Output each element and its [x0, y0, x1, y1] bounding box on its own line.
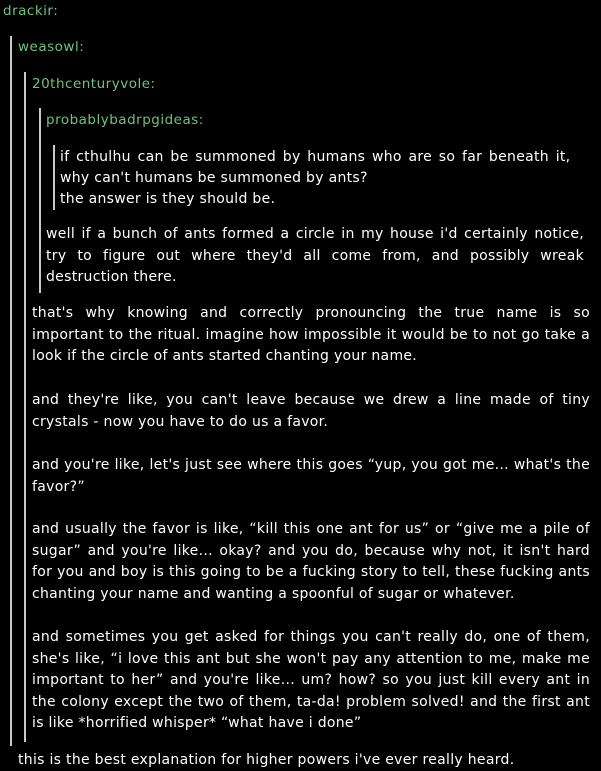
- reply-20thcenturyvole: well if a bunch of ants formed a circle …: [46, 226, 584, 285]
- username-drackir[interactable]: drackir:: [3, 3, 58, 19]
- quote-bar-20thcenturyvole: [24, 72, 26, 742]
- username-weasowl[interactable]: weasowl:: [18, 39, 84, 55]
- quote-bar-original-post: [53, 145, 55, 210]
- reply-weasowl-paragraph: and usually the favor is like, “kill thi…: [32, 521, 590, 602]
- username-probablybadrpgideas[interactable]: probablybadrpgideas:: [46, 112, 204, 128]
- reply-drackir: this is the best explanation for higher …: [18, 752, 515, 768]
- quote-bar-probablybadrpgideas: [39, 108, 41, 293]
- original-post-line: the answer is they should be.: [60, 191, 276, 207]
- original-post-line: why can't humans be summoned by ants?: [60, 170, 368, 186]
- quote-bar-weasowl: [10, 36, 12, 746]
- original-post-line: if cthulhu can be summoned by humans who…: [60, 149, 571, 165]
- reply-weasowl-paragraph: that's why knowing and correctly pronoun…: [32, 305, 590, 364]
- reply-weasowl-paragraph: and they're like, you can't leave becaus…: [32, 392, 590, 430]
- reply-weasowl-paragraph: and sometimes you get asked for things y…: [32, 629, 590, 731]
- username-20thcenturyvole[interactable]: 20thcenturyvole:: [32, 76, 156, 92]
- reply-weasowl-paragraph: and you're like, let's just see where th…: [32, 457, 590, 495]
